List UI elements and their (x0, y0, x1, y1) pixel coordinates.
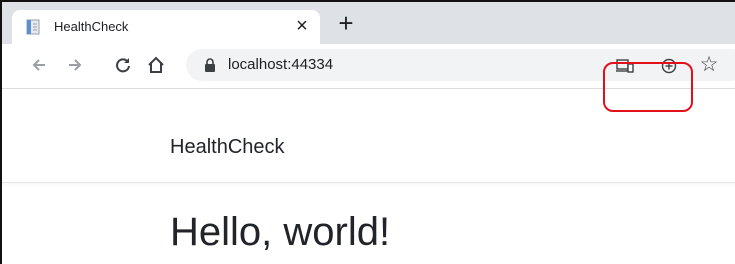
tab-strip: HealthCheck × + (2, 2, 735, 44)
lock-icon[interactable] (204, 58, 216, 72)
forward-arrow-icon[interactable] (60, 50, 90, 80)
tab-title: HealthCheck (54, 19, 129, 34)
url-text[interactable]: localhost:44334 (228, 56, 333, 73)
document-icon (25, 19, 41, 35)
highlight-box (603, 62, 693, 112)
close-tab-icon[interactable]: × (292, 14, 312, 38)
bookmark-star-icon[interactable]: ☆ (697, 50, 721, 80)
back-arrow-icon[interactable] (24, 50, 54, 80)
reload-icon[interactable] (108, 50, 138, 80)
page-heading: Hello, world! (170, 210, 391, 254)
home-icon[interactable] (141, 50, 171, 80)
browser-window: HealthCheck × + localhost:44334 ☆ Health… (0, 0, 735, 264)
site-navbar: HealthCheck (2, 112, 735, 183)
tab-healthcheck[interactable]: HealthCheck × (12, 10, 320, 44)
new-tab-button[interactable]: + (332, 10, 360, 38)
navbar-brand[interactable]: HealthCheck (170, 136, 285, 159)
